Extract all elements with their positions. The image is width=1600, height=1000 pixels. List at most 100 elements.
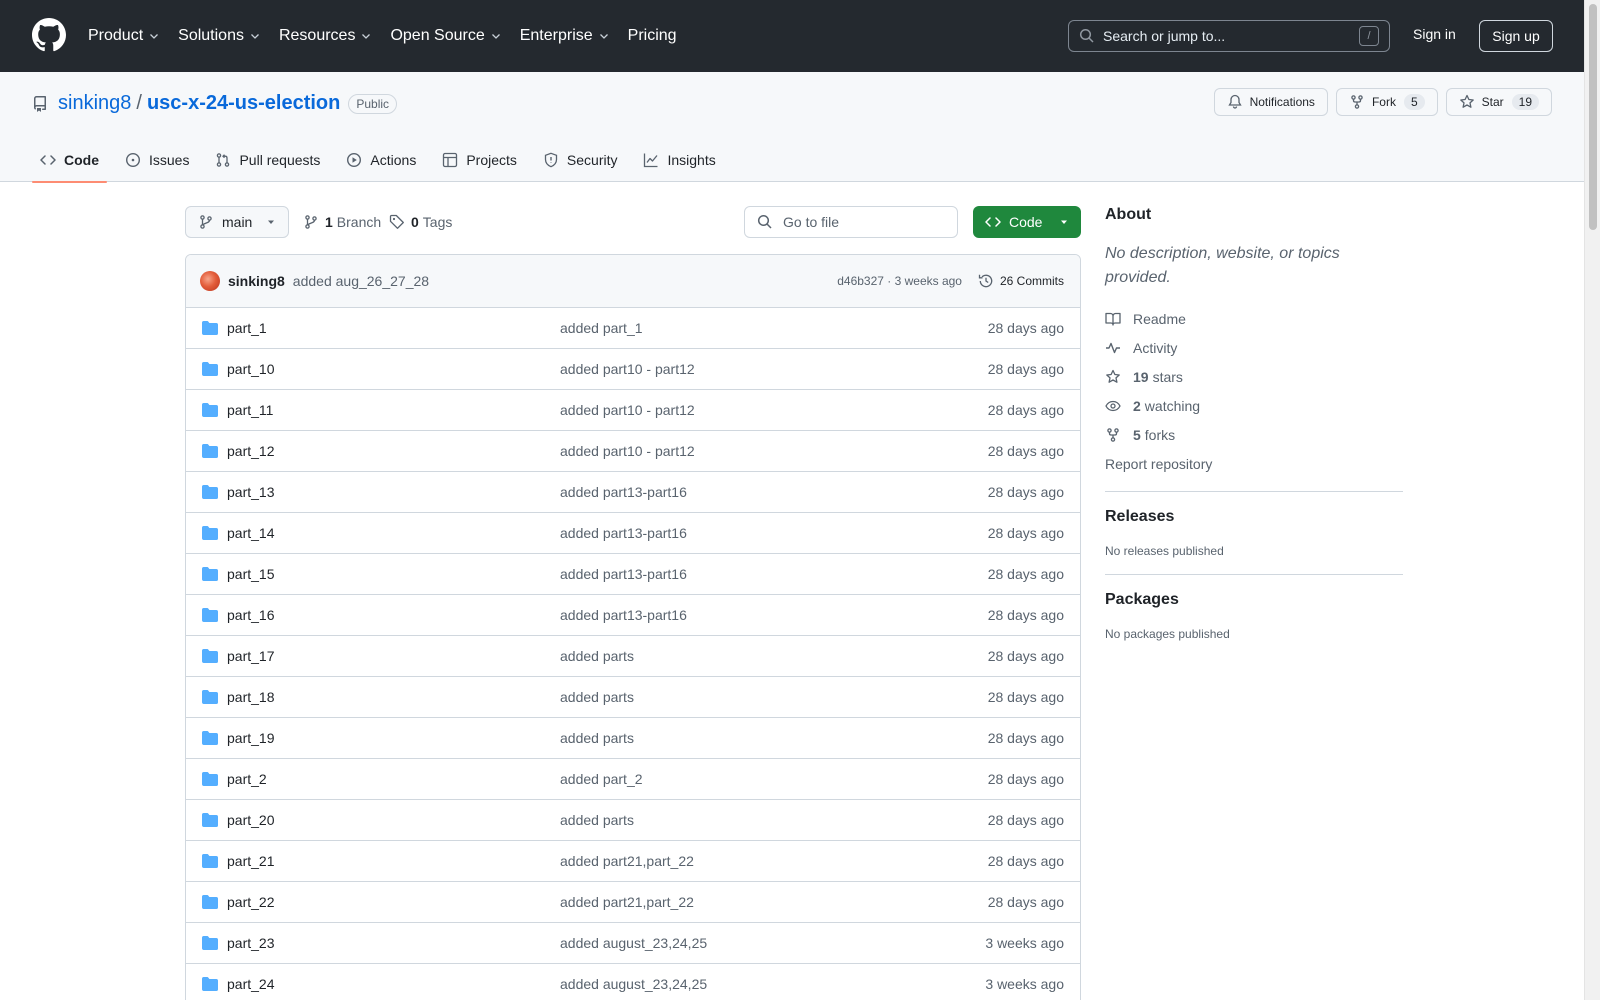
- commit-author[interactable]: sinking8: [228, 273, 285, 289]
- table-row[interactable]: part_19 added parts 28 days ago: [186, 718, 1080, 759]
- file-commit-message[interactable]: added parts: [560, 730, 634, 746]
- tab-issues[interactable]: Issues: [117, 138, 197, 182]
- file-commit-message[interactable]: added part10 - part12: [560, 361, 695, 377]
- file-name-link[interactable]: part_13: [227, 484, 274, 500]
- file-name-link[interactable]: part_14: [227, 525, 274, 541]
- file-name-link[interactable]: part_2: [227, 771, 267, 787]
- file-name-link[interactable]: part_11: [227, 402, 273, 418]
- table-row[interactable]: part_23 added august_23,24,25 3 weeks ago: [186, 923, 1080, 964]
- file-name-link[interactable]: part_22: [227, 894, 274, 910]
- folder-icon: [202, 567, 218, 581]
- nav-solutions[interactable]: Solutions: [178, 27, 261, 45]
- activity-link[interactable]: Activity: [1105, 333, 1403, 362]
- file-name-link[interactable]: part_10: [227, 361, 274, 377]
- file-commit-message[interactable]: added parts: [560, 812, 634, 828]
- watching-link[interactable]: 2 watching: [1105, 391, 1403, 420]
- commits-link[interactable]: 26 Commits: [978, 273, 1064, 289]
- notifications-button[interactable]: Notifications: [1213, 88, 1328, 116]
- file-name-link[interactable]: part_1: [227, 320, 267, 336]
- table-row[interactable]: part_22 added part21,part_22 28 days ago: [186, 882, 1080, 923]
- caret-down-icon: [1061, 220, 1067, 224]
- table-row[interactable]: part_24 added august_23,24,25 3 weeks ago: [186, 964, 1080, 1000]
- scrollbar-thumb[interactable]: [1589, 4, 1597, 230]
- code-dropdown-button[interactable]: Code: [973, 206, 1081, 238]
- file-name-link[interactable]: part_21: [227, 853, 274, 869]
- file-commit-message[interactable]: added part13-part16: [560, 566, 687, 582]
- tags-link[interactable]: 0 Tags: [389, 206, 452, 238]
- nav-product[interactable]: Product: [88, 27, 160, 45]
- table-row[interactable]: part_10 added part10 - part12 28 days ago: [186, 349, 1080, 390]
- file-name-link[interactable]: part_15: [227, 566, 274, 582]
- tab-insights[interactable]: Insights: [635, 138, 723, 182]
- packages-heading[interactable]: Packages: [1105, 591, 1403, 609]
- nav-resources[interactable]: Resources: [279, 27, 372, 45]
- repository-header: sinking8 / usc-x-24-us-election Public N…: [0, 72, 1584, 183]
- search-input[interactable]: Search or jump to... /: [1068, 20, 1390, 52]
- stars-link[interactable]: 19 stars: [1105, 362, 1403, 391]
- repo-owner-link[interactable]: sinking8: [58, 92, 131, 115]
- file-commit-message[interactable]: added parts: [560, 689, 634, 705]
- file-commit-message[interactable]: added part_2: [560, 771, 643, 787]
- table-row[interactable]: part_20 added parts 28 days ago: [186, 800, 1080, 841]
- nav-enterprise[interactable]: Enterprise: [520, 27, 610, 45]
- branch-selector[interactable]: main: [185, 206, 289, 238]
- file-name-link[interactable]: part_18: [227, 689, 274, 705]
- report-repository-link[interactable]: Report repository: [1105, 449, 1403, 478]
- file-commit-message[interactable]: added part21,part_22: [560, 853, 694, 869]
- nav-open-source[interactable]: Open Source: [390, 27, 501, 45]
- github-logo-icon[interactable]: [32, 18, 66, 52]
- file-name-link[interactable]: part_12: [227, 443, 274, 459]
- table-row[interactable]: part_11 added part10 - part12 28 days ago: [186, 390, 1080, 431]
- readme-link[interactable]: Readme: [1105, 304, 1403, 333]
- table-row[interactable]: part_21 added part21,part_22 28 days ago: [186, 841, 1080, 882]
- search-placeholder: Search or jump to...: [1103, 28, 1226, 44]
- file-commit-message[interactable]: added part13-part16: [560, 484, 687, 500]
- file-name-link[interactable]: part_17: [227, 648, 274, 664]
- sign-up-button[interactable]: Sign up: [1479, 20, 1553, 52]
- avatar[interactable]: [200, 271, 220, 291]
- nav-pricing[interactable]: Pricing: [628, 27, 677, 45]
- branches-link[interactable]: 1 Branch: [303, 206, 381, 238]
- file-name-link[interactable]: part_16: [227, 607, 274, 623]
- tab-security[interactable]: Security: [535, 138, 626, 182]
- sign-in-link[interactable]: Sign in: [1413, 26, 1456, 42]
- repo-name-link[interactable]: usc-x-24-us-election: [147, 92, 340, 115]
- commit-message[interactable]: added aug_26_27_28: [293, 273, 429, 289]
- releases-heading[interactable]: Releases: [1105, 508, 1403, 526]
- page-scrollbar[interactable]: [1584, 0, 1600, 1000]
- table-row[interactable]: part_18 added parts 28 days ago: [186, 677, 1080, 718]
- table-row[interactable]: part_17 added parts 28 days ago: [186, 636, 1080, 677]
- file-commit-message[interactable]: added parts: [560, 648, 634, 664]
- table-row[interactable]: part_12 added part10 - part12 28 days ago: [186, 431, 1080, 472]
- file-commit-message[interactable]: added part10 - part12: [560, 443, 695, 459]
- table-row[interactable]: part_15 added part13-part16 28 days ago: [186, 554, 1080, 595]
- file-name-link[interactable]: part_20: [227, 812, 274, 828]
- star-button[interactable]: Star 19: [1445, 88, 1552, 116]
- tab-actions[interactable]: Actions: [338, 138, 424, 182]
- table-row[interactable]: part_13 added part13-part16 28 days ago: [186, 472, 1080, 513]
- file-commit-age: 28 days ago: [987, 894, 1064, 910]
- file-name-link[interactable]: part_23: [227, 935, 274, 951]
- file-commit-message[interactable]: added part_1: [560, 320, 643, 336]
- table-row[interactable]: part_14 added part13-part16 28 days ago: [186, 513, 1080, 554]
- commit-hash-time[interactable]: d46b327 · 3 weeks ago: [837, 274, 962, 288]
- file-name-link[interactable]: part_24: [227, 976, 274, 992]
- tab-projects[interactable]: Projects: [434, 138, 525, 182]
- tab-code[interactable]: Code: [32, 138, 107, 183]
- file-commit-message[interactable]: added part13-part16: [560, 607, 687, 623]
- tab-pull-requests[interactable]: Pull requests: [207, 138, 328, 182]
- play-icon: [347, 152, 362, 168]
- table-row[interactable]: part_1 added part_1 28 days ago: [186, 308, 1080, 349]
- file-commit-message[interactable]: added august_23,24,25: [560, 935, 707, 951]
- fork-button[interactable]: Fork 5: [1335, 88, 1438, 116]
- file-commit-message[interactable]: added part21,part_22: [560, 894, 694, 910]
- file-commit-message[interactable]: added part10 - part12: [560, 402, 695, 418]
- file-commit-message[interactable]: added part13-part16: [560, 525, 687, 541]
- file-commit-message[interactable]: added august_23,24,25: [560, 976, 707, 992]
- file-commit-age: 3 weeks ago: [985, 935, 1064, 951]
- file-name-link[interactable]: part_19: [227, 730, 274, 746]
- forks-link[interactable]: 5 forks: [1105, 420, 1403, 449]
- go-to-file-input[interactable]: Go to file: [744, 206, 958, 238]
- table-row[interactable]: part_2 added part_2 28 days ago: [186, 759, 1080, 800]
- table-row[interactable]: part_16 added part13-part16 28 days ago: [186, 595, 1080, 636]
